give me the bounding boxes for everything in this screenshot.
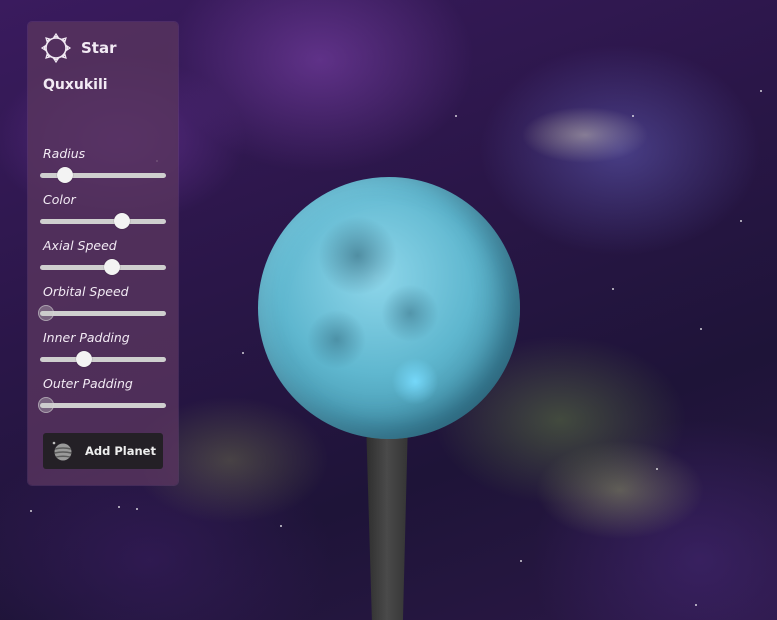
axial-speed-label: Axial Speed — [43, 238, 117, 253]
inner-padding-slider[interactable] — [40, 351, 166, 367]
star-dot — [760, 90, 762, 92]
radius-label: Radius — [43, 146, 86, 161]
outer-padding-slider[interactable] — [38, 397, 166, 413]
outer-padding-label: Outer Padding — [43, 376, 133, 391]
star-dot — [118, 506, 120, 508]
star-dot — [700, 328, 702, 330]
slider-thumb[interactable] — [113, 213, 130, 229]
slider-thumb[interactable] — [103, 259, 120, 275]
star-dot — [520, 560, 522, 562]
star-dot — [30, 510, 32, 512]
star-dot — [280, 525, 282, 527]
star-dot — [695, 604, 697, 606]
star-dot — [632, 115, 634, 117]
object-name: Quxukili — [43, 77, 108, 93]
star-dot — [455, 115, 457, 117]
inner-padding-label: Inner Padding — [43, 330, 130, 345]
panel-title: Star — [81, 39, 117, 57]
slider-thumb[interactable] — [57, 167, 74, 183]
add-planet-button[interactable]: Add Planet — [43, 433, 163, 469]
color-slider[interactable] — [40, 213, 166, 229]
color-label: Color — [43, 192, 76, 207]
slider-track[interactable] — [40, 265, 166, 270]
slider-thumb[interactable] — [38, 397, 55, 413]
star-dot — [136, 508, 138, 510]
star-dot — [656, 468, 658, 470]
panel-header: Star — [40, 32, 117, 64]
star-dot — [242, 352, 244, 354]
star-dot — [612, 288, 614, 290]
slider-thumb[interactable] — [76, 351, 93, 367]
slider-thumb[interactable] — [38, 305, 55, 321]
planet-sphere[interactable] — [258, 177, 520, 439]
sun-icon — [40, 32, 72, 64]
orbital-speed-slider[interactable] — [38, 305, 166, 321]
radius-slider[interactable] — [40, 167, 166, 183]
slider-track[interactable] — [40, 357, 166, 362]
planet-pillar — [366, 420, 408, 620]
axial-speed-slider[interactable] — [40, 259, 166, 275]
slider-track[interactable] — [40, 311, 166, 316]
add-planet-label: Add Planet — [85, 444, 156, 458]
slider-track[interactable] — [40, 403, 166, 408]
orbital-speed-label: Orbital Speed — [43, 284, 129, 299]
slider-track[interactable] — [40, 219, 166, 224]
planet-icon — [52, 441, 72, 461]
star-settings-panel: Star Quxukili Radius Color Axial Speed O… — [28, 22, 178, 485]
star-dot — [740, 220, 742, 222]
